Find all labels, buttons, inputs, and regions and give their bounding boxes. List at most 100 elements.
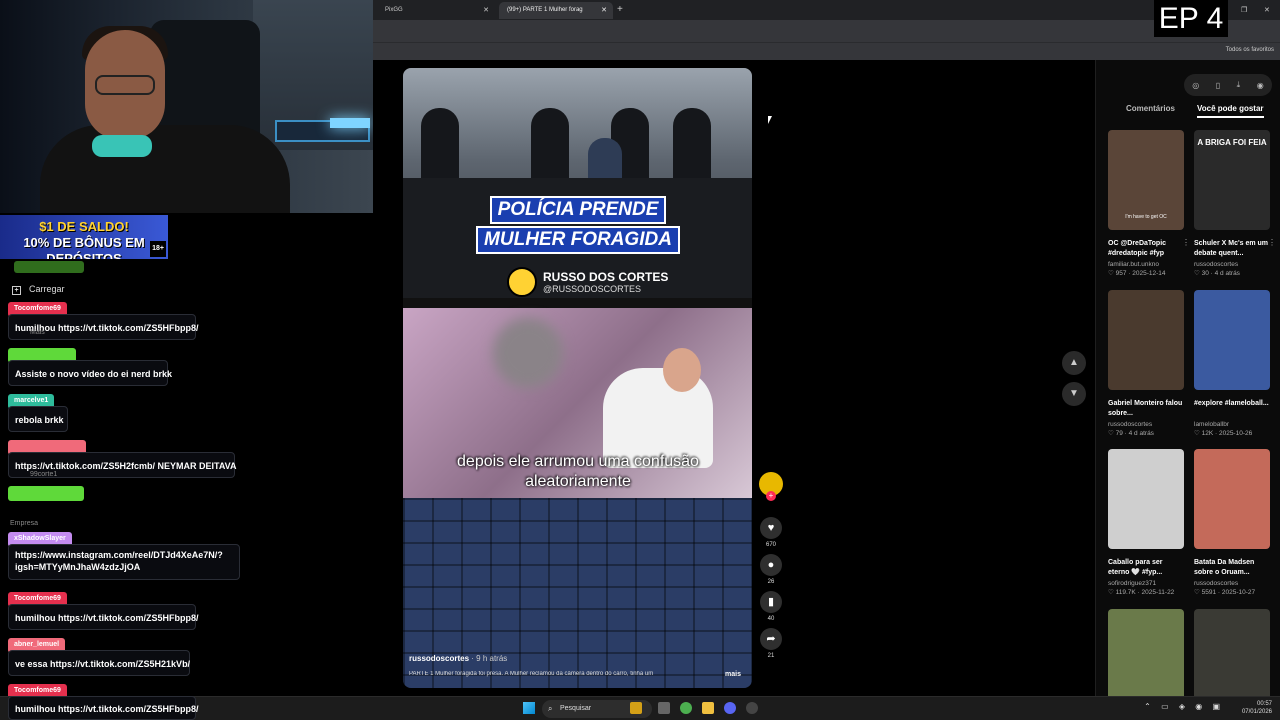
comment-icon[interactable]: ● [760,554,782,576]
chevron-up-icon[interactable]: ▲ [1062,351,1086,375]
comment-count: 26 [767,579,775,585]
screen: $1 DE SALDO! 10% DE BÔNUS EM DEPÓSITOS 1… [0,0,1280,720]
tab-comments[interactable]: Comentários [1126,104,1175,113]
tab-tiktok[interactable]: (99+) PARTE 1 Mulher forag ✕ [499,2,613,19]
like-count: 670 [765,542,776,548]
search-label: Pesquisar [560,705,592,712]
card-stats: ♡ 5591 · 2025-10-27 [1194,589,1256,596]
suggested-video-card[interactable]: #explore #lameloball... lameloballbr ♡ 1… [1194,290,1270,437]
suggested-video-card[interactable]: A BRIGA FOI FEIA Schuler X Mc's em um de… [1194,130,1276,277]
mouse-cursor [768,116,772,124]
suggestions-sidebar: ◎ ▯ ⤓ ◉ Comentários Você pode gostar I'm… [1095,60,1280,709]
video-player[interactable]: POLÍCIA PRENDE MULHER FORAGIDA RUSSO DOS… [403,68,752,688]
video-thumbnail[interactable] [1108,290,1184,390]
video-thumbnail[interactable]: A BRIGA FOI FEIA [1194,130,1270,230]
task-view-icon[interactable] [658,702,670,714]
bookmarks-bar: Todos os favoritos [373,42,1280,60]
carregar-button[interactable]: + Carregar [12,284,65,295]
headline-line2: MULHER FORAGIDA [476,226,680,254]
video-thumbnail[interactable] [1194,449,1270,549]
more-link[interactable]: mais [725,671,741,678]
video-username[interactable]: russodoscortes [409,654,469,663]
woman-face [663,348,701,392]
creator-avatar[interactable]: + [759,472,783,501]
suggested-video-card[interactable] [1108,609,1184,709]
channel-tag: RUSSO DOS CORTES @RUSSODOSCORTES [507,266,668,298]
streamer-glasses [95,75,155,95]
video-thumbnail[interactable] [1194,290,1270,390]
share-icon[interactable]: ➦ [760,628,782,650]
card-user: lameloballbr [1194,421,1230,428]
ghost-text: Empresa [10,520,39,527]
sidebar-tabs: Comentários Você pode gostar [1096,102,1280,120]
chat-username-faded [8,486,84,501]
chrome-icon[interactable] [680,702,692,714]
close-tab-icon[interactable]: ✕ [601,6,607,14]
phone-icon[interactable]: ▯ [1216,81,1220,90]
card-stats: ♡ 12K · 2025-10-26 [1194,430,1253,437]
windows-start-icon[interactable] [523,702,535,714]
card-user: sofirodriguez371 [1108,580,1157,587]
download-icon[interactable]: ⤓ [1237,80,1241,90]
plus-icon: + [12,286,21,295]
browser-chrome: PixGG ✕ (99+) PARTE 1 Mulher forag ✕ + T… [373,0,1280,60]
address-bar[interactable] [373,20,1280,42]
video-caption: depois ele arrumou uma confusão aleatori… [457,453,699,490]
heart-icon[interactable]: ♥ [760,517,782,539]
thumb-caption: A BRIGA FOI FEIA [1197,138,1267,147]
card-user: russodoscortes [1194,261,1239,268]
restore-icon[interactable]: ❐ [1241,6,1247,14]
episode-label: EP 4 [1154,0,1228,37]
clock[interactable]: 00:57 07/01/2026 [1242,700,1272,716]
chat-message: Assiste o novo vídeo do ei nerd brkk [8,360,172,386]
all-favorites[interactable]: Todos os favoritos [1226,47,1274,53]
video-description: PARTE 1 Mulher foragida foi presa. A Mul… [409,671,654,677]
tab-pixgg[interactable]: PixGG ✕ [377,2,495,19]
channel-handle: @RUSSODOSCORTES [543,283,641,294]
obs-icon[interactable] [746,702,758,714]
suggested-video-card[interactable] [1194,609,1270,709]
suggested-video-card[interactable]: Caballo para ser eterno 🤍 #fyp... sofiro… [1108,449,1184,596]
follow-plus-icon[interactable]: + [766,491,776,501]
profile-icon[interactable]: ◉ [1257,81,1264,90]
card-title: OC @DreDaTopic #dredatopic #fyp [1108,240,1167,257]
close-window-icon[interactable]: ✕ [1264,6,1270,14]
chat-message: humilhou https://vt.tiktok.com/ZS5HFbpp8… [8,604,199,630]
discord-icon[interactable] [724,702,736,714]
tab-title: PixGG [385,7,403,13]
crown-app-icon[interactable] [630,702,642,714]
bookmark-icon[interactable]: ▮ [760,591,782,613]
ghost-text: 99corte1 [30,471,58,478]
clock-time: 00:57 [1256,701,1272,707]
suggested-video-card[interactable]: Gabriel Monteiro falou sobre... russodos… [1108,290,1184,437]
card-user: familiar.but.unkno [1108,261,1159,268]
thumb-caption: I'm have to get OC [1125,214,1167,220]
channel-name: RUSSO DOS CORTES [543,269,669,284]
compass-icon[interactable]: ◎ [1192,81,1199,90]
share-count: 21 [767,653,775,659]
card-stats: ♡ 79 · 4 d atrás [1108,430,1154,437]
card-title: #explore #lameloball... [1194,400,1269,407]
chat-message: https://www.instagram.com/reel/DTJd4XeAe… [8,544,240,580]
video-thumbnail[interactable] [1108,609,1184,709]
video-info: russodoscortes · 9 h atrás PARTE 1 Mulhe… [409,654,747,678]
more-options-icon[interactable]: ⋮ [1182,238,1190,247]
led-light [330,118,370,128]
search-icon: ⌕ [548,704,553,713]
suggested-video-card[interactable]: Batata Da Madsen sobre o Oruam... russod… [1194,449,1270,596]
video-thumbnail[interactable]: I'm have to get OC [1108,130,1184,230]
save-count: 40 [767,616,775,622]
tab-you-may-like[interactable]: Você pode gostar [1197,104,1264,118]
headline-line1: POLÍCIA PRENDE [489,196,667,224]
more-options-icon[interactable]: ⋮ [1268,238,1276,247]
close-tab-icon[interactable]: ✕ [483,6,489,14]
video-scene-car: depois ele arrumou uma confusão aleatori… [403,308,752,498]
card-title: Schuler X Mc's em um debate quent... [1194,240,1269,257]
system-tray-icons[interactable]: ⌃ ▭ ◈ ◉ ▣ [1144,702,1224,711]
chevron-down-icon[interactable]: ▼ [1062,382,1086,406]
file-explorer-icon[interactable] [702,702,714,714]
suggested-video-card[interactable]: I'm have to get OC OC @DreDaTopic #dreda… [1108,130,1190,277]
video-thumbnail[interactable] [1108,449,1184,549]
video-thumbnail[interactable] [1194,609,1270,709]
new-tab-button[interactable]: + [617,4,623,15]
